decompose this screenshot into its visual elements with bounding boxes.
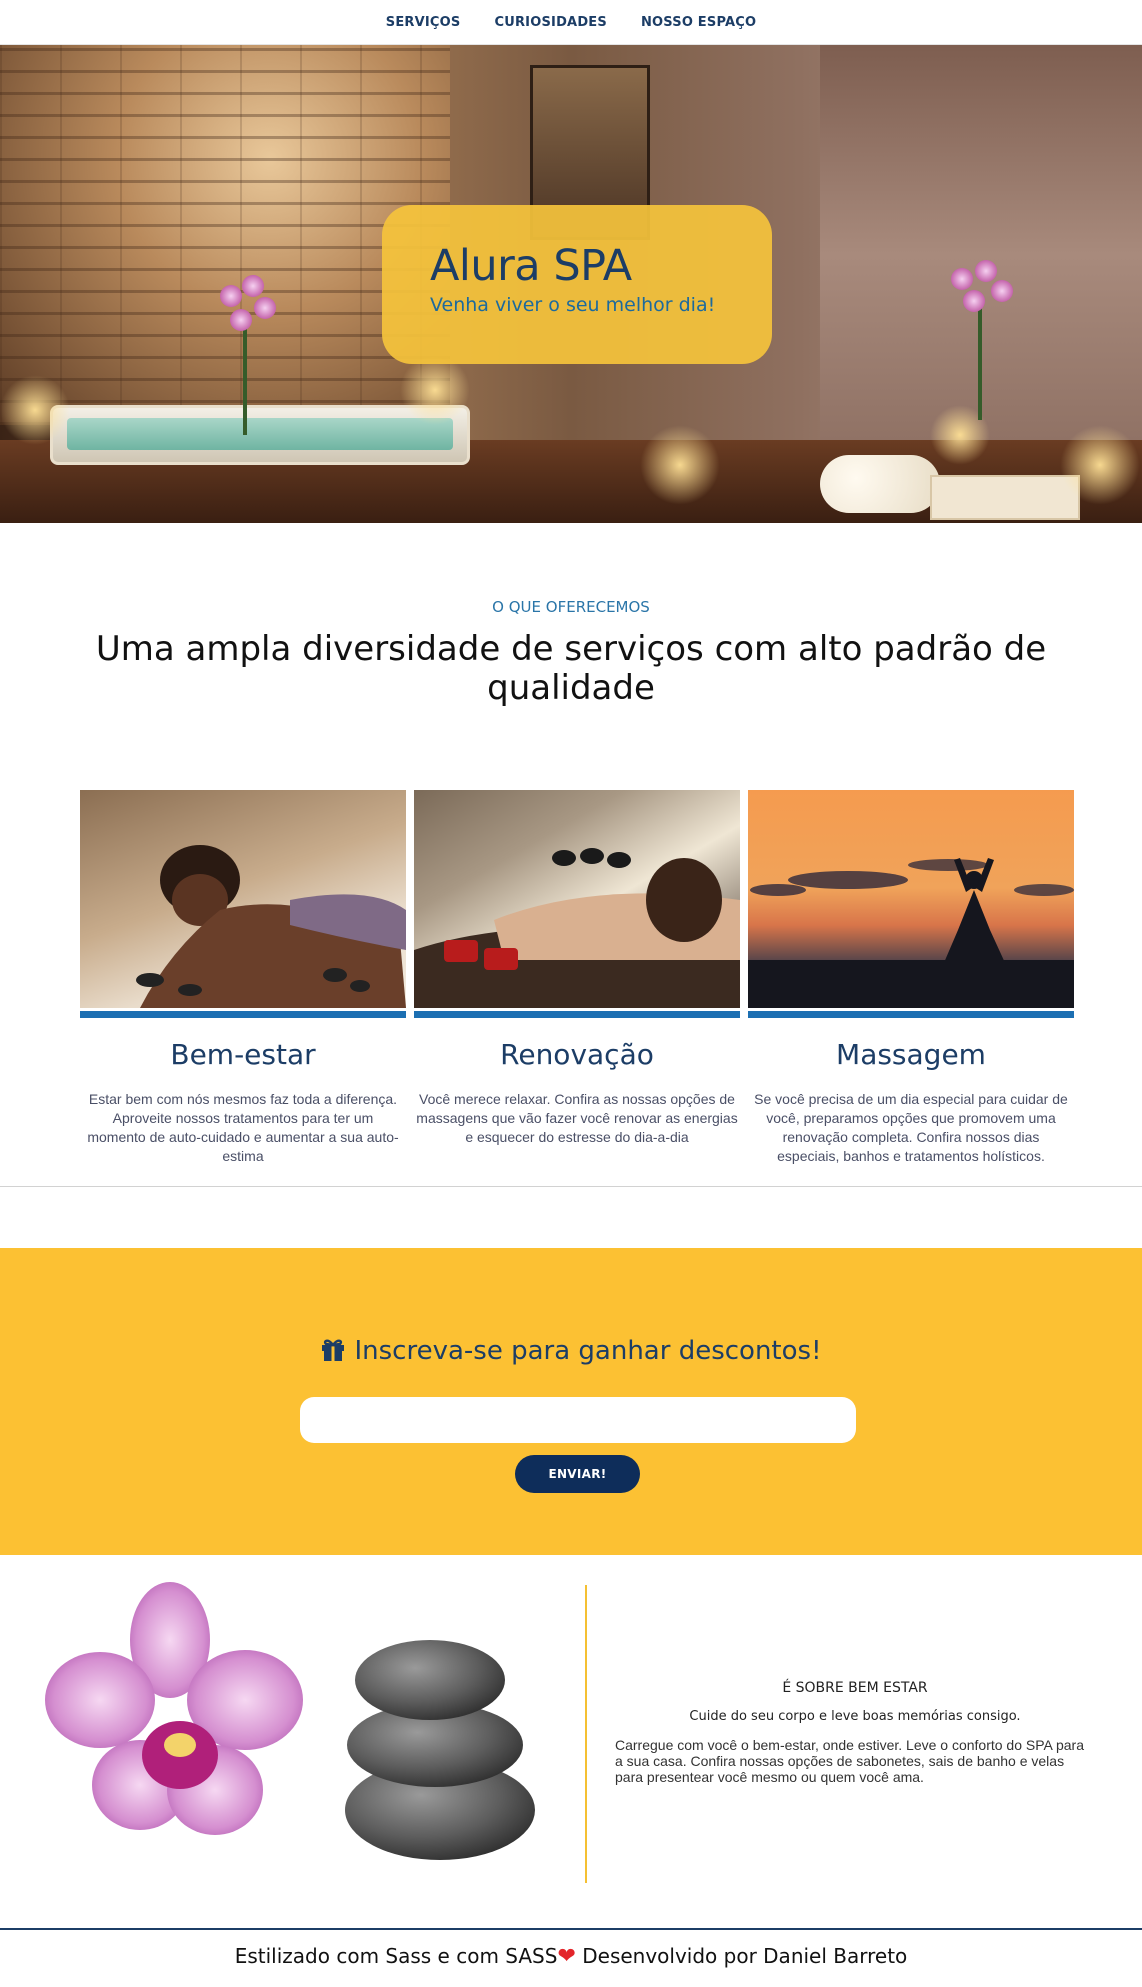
about-divider-line [585, 1585, 587, 1883]
service-card-massagem: Massagem Se você precisa de um dia espec… [748, 790, 1074, 1170]
card-accent-bar [80, 1011, 406, 1018]
heart-icon: ❤ [557, 1944, 576, 1969]
top-nav: SERVIÇOS CURIOSIDADES NOSSO ESPAÇO [0, 0, 1142, 45]
card-title: Renovação [500, 1038, 654, 1071]
bem-estar-image [80, 790, 406, 1008]
email-input[interactable] [300, 1397, 856, 1443]
section-eyebrow: O QUE OFERECEMOS [492, 598, 650, 616]
subscribe-section: Inscreva-se para ganhar descontos! ENVIA… [0, 1248, 1142, 1555]
nav-item-nosso-espaco[interactable]: NOSSO ESPAÇO [641, 15, 756, 30]
orchid-left [210, 275, 280, 435]
card-accent-bar [414, 1011, 740, 1018]
subscribe-title-text: Inscreva-se para ganhar descontos! [354, 1336, 822, 1366]
services-cards: Bem-estar Estar bem com nós mesmos faz t… [80, 790, 1076, 1170]
hero-title: Alura SPA [430, 241, 632, 291]
service-card-renovacao: Renovação Você merece relaxar. Confira a… [414, 790, 740, 1170]
card-accent-bar [748, 1011, 1074, 1018]
orchid-right [945, 260, 1015, 420]
candle-glow [640, 425, 720, 505]
footer-divider [0, 1928, 1142, 1930]
about-subtitle: Cuide do seu corpo e leve boas memórias … [689, 1709, 1021, 1724]
hero-subtitle: Venha viver o seu melhor dia! [430, 294, 716, 316]
service-card-bem-estar: Bem-estar Estar bem com nós mesmos faz t… [80, 790, 406, 1170]
hero-towels [820, 455, 940, 513]
about-body: Carregue com você o bem-estar, onde esti… [615, 1737, 1085, 1785]
footer-text-before: Estilizado com Sass e com SASS [234, 1944, 558, 1968]
nav-item-servicos[interactable]: SERVIÇOS [386, 15, 461, 30]
massagem-image [748, 790, 1074, 1008]
footer-text-after: Desenvolvido por Daniel Barreto [575, 1944, 908, 1968]
footer: Estilizado com Sass e com SASS❤ Desenvol… [0, 1944, 1142, 1969]
about-content: É SOBRE BEM ESTAR Cuide do seu corpo e l… [615, 1680, 1095, 1785]
candle-glow [0, 375, 70, 445]
card-description: Estar bem com nós mesmos faz toda a dife… [87, 1091, 399, 1164]
hero-tray [930, 475, 1080, 520]
card-title: Massagem [836, 1038, 986, 1071]
nav-item-curiosidades[interactable]: CURIOSIDADES [494, 15, 606, 30]
enviar-button[interactable]: ENVIAR! [515, 1455, 640, 1493]
section-divider [0, 1186, 1142, 1187]
subscribe-title: Inscreva-se para ganhar descontos! [0, 1336, 1142, 1369]
gift-icon [320, 1336, 346, 1369]
about-title: É SOBRE BEM ESTAR [782, 1680, 928, 1696]
card-description: Se você precisa de um dia especial para … [754, 1091, 1068, 1164]
section-headline: Uma ampla diversidade de serviços com al… [95, 629, 1047, 708]
candle-glow [1060, 425, 1140, 505]
hero-banner: Alura SPA Venha viver o seu melhor dia! [0, 45, 1142, 523]
renovacao-image [414, 790, 740, 1008]
orchid-stones-image [40, 1580, 540, 1870]
candle-glow [400, 355, 470, 425]
hero-title-card: Alura SPA Venha viver o seu melhor dia! [382, 205, 772, 364]
card-description: Você merece relaxar. Confira as nossas o… [416, 1091, 738, 1145]
card-title: Bem-estar [170, 1038, 316, 1071]
